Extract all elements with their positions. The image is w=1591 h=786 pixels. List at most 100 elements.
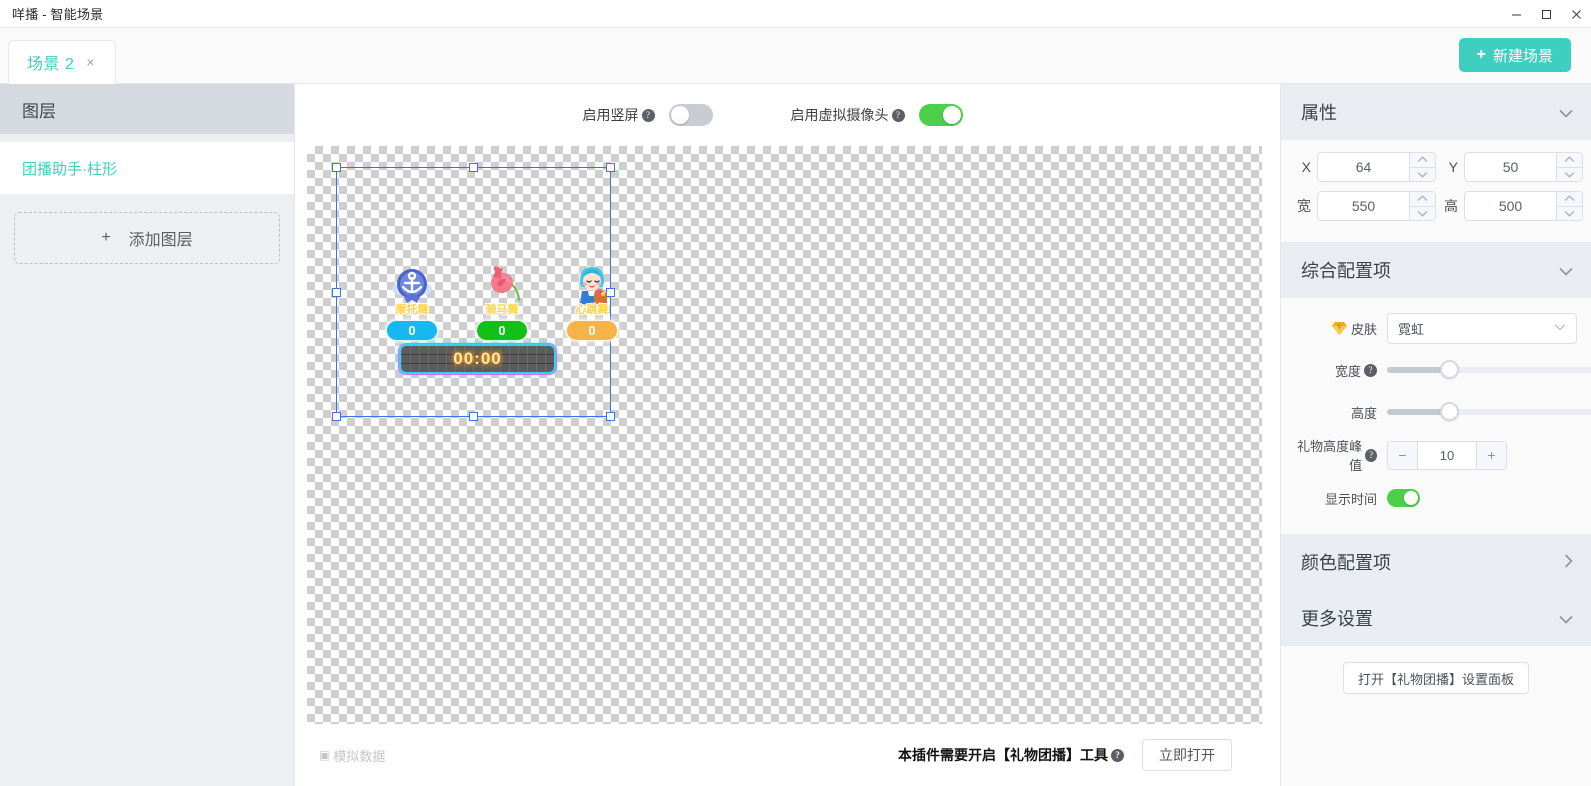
chevron-down-icon[interactable] xyxy=(1410,167,1435,182)
section-header-properties[interactable]: 属性 xyxy=(1281,84,1591,140)
virtual-camera-label-text: 启用虚拟摄像头 xyxy=(791,105,889,125)
minimize-button[interactable] xyxy=(1501,0,1531,28)
height-value: 500 xyxy=(1465,192,1556,220)
section-header-color-config[interactable]: 颜色配置项 xyxy=(1281,534,1591,590)
simulate-data-button[interactable]: ▣ 模拟数据 xyxy=(319,746,385,765)
help-icon[interactable]: ? xyxy=(1111,749,1124,762)
width-value: 550 xyxy=(1318,192,1409,220)
resize-handle-top-left[interactable] xyxy=(332,163,341,172)
section-header-more-settings[interactable]: 更多设置 xyxy=(1281,590,1591,646)
svg-text:V: V xyxy=(1337,325,1342,331)
chevron-down-icon[interactable] xyxy=(1410,206,1435,221)
width-slider[interactable] xyxy=(1387,367,1591,373)
slider-thumb[interactable] xyxy=(1440,360,1459,379)
gift-column: 骑马舞 0 xyxy=(467,263,537,341)
section-title: 更多设置 xyxy=(1301,605,1373,631)
tab-scene-2[interactable]: 场景 2 × xyxy=(8,40,116,84)
x-input[interactable]: 64 xyxy=(1317,152,1436,182)
gift-peak-label-text: 礼物高度峰值 xyxy=(1291,436,1362,474)
height-steppers xyxy=(1556,192,1582,220)
more-settings-body: 打开【礼物团播】设置面板 xyxy=(1281,646,1591,694)
show-time-label-text: 显示时间 xyxy=(1325,489,1377,508)
gift-row: 摩托舞 0 xyxy=(377,263,627,341)
skin-value: 霓虹 xyxy=(1398,319,1424,338)
gift-peak-stepper[interactable]: − 10 + xyxy=(1387,441,1507,470)
chevron-down-icon[interactable] xyxy=(1557,206,1582,221)
selection-frame[interactable]: 摩托舞 0 xyxy=(336,167,611,417)
tab-label: 场景 2 xyxy=(27,50,74,74)
resize-handle-top-right[interactable] xyxy=(606,163,615,172)
width-input[interactable]: 550 xyxy=(1317,191,1436,221)
increment-button[interactable]: + xyxy=(1476,442,1506,469)
height-slider[interactable] xyxy=(1387,409,1591,415)
chevron-up-icon[interactable] xyxy=(1557,153,1582,167)
window-controls xyxy=(1501,0,1591,28)
list-item[interactable]: 团播助手·柱形 xyxy=(0,142,294,194)
virtual-camera-switch[interactable] xyxy=(919,104,963,126)
gift-count: 0 xyxy=(476,320,528,341)
properties-panel: 属性 X 64 xyxy=(1280,84,1591,786)
resize-handle-bottom-right[interactable] xyxy=(606,412,615,421)
y-input[interactable]: 50 xyxy=(1464,152,1583,182)
main-area: 图层 团播助手·柱形 + 添加图层 启用竖屏 ? xyxy=(0,84,1591,786)
position-row: X 64 xyxy=(1281,152,1591,182)
height-input[interactable]: 500 xyxy=(1464,191,1583,221)
new-scene-button[interactable]: + 新建场景 xyxy=(1459,38,1571,72)
switch-knob xyxy=(1404,491,1418,505)
show-time-switch[interactable] xyxy=(1387,489,1420,507)
chevron-down-icon[interactable] xyxy=(1557,167,1582,182)
size-row: 宽 550 xyxy=(1281,191,1591,221)
skin-select[interactable]: 霓虹 xyxy=(1387,313,1577,344)
preview-canvas[interactable]: 摩托舞 0 xyxy=(307,146,1262,724)
chevron-right-icon[interactable] xyxy=(1564,552,1573,573)
help-icon[interactable]: ? xyxy=(1365,449,1377,462)
close-icon[interactable]: × xyxy=(86,55,94,69)
virtual-camera-label: 启用虚拟摄像头 ? xyxy=(791,105,905,125)
add-layer-button[interactable]: + 添加图层 xyxy=(14,212,280,264)
show-time-label: 显示时间 xyxy=(1291,489,1387,508)
width-label: 宽 xyxy=(1295,196,1311,216)
close-button[interactable] xyxy=(1561,0,1591,28)
open-now-button[interactable]: 立即打开 xyxy=(1142,739,1232,771)
height-label: 高 xyxy=(1442,196,1458,216)
chevron-down-icon[interactable] xyxy=(1559,608,1573,629)
height-slider-label-text: 高度 xyxy=(1351,403,1377,422)
width-slider-row: 宽度 ? xyxy=(1281,352,1591,388)
portrait-switch[interactable] xyxy=(669,104,713,126)
slider-thumb[interactable] xyxy=(1440,402,1459,421)
x-value: 64 xyxy=(1318,153,1409,181)
chevron-up-icon[interactable] xyxy=(1410,192,1435,206)
y-value: 50 xyxy=(1465,153,1556,181)
section-title: 属性 xyxy=(1301,99,1337,125)
title-bar: 咩播 - 智能场景 xyxy=(0,0,1591,28)
help-icon[interactable]: ? xyxy=(892,109,905,122)
chevron-down-icon[interactable] xyxy=(1559,260,1573,281)
timer-text: 00:00 xyxy=(453,349,501,369)
resize-handle-top-center[interactable] xyxy=(469,163,478,172)
section-header-general-config[interactable]: 综合配置项 xyxy=(1281,242,1591,298)
open-gift-panel-button[interactable]: 打开【礼物团播】设置面板 xyxy=(1343,662,1529,694)
gift-name: 骑马舞 xyxy=(486,301,519,317)
width-field-group: 宽 550 xyxy=(1295,191,1436,221)
gift-name: 摩托舞 xyxy=(396,301,429,317)
y-label: Y xyxy=(1442,159,1458,175)
skin-label: V 皮肤 xyxy=(1291,319,1387,338)
gift-name: 心跳舞 xyxy=(576,301,609,317)
chevron-down-icon[interactable] xyxy=(1559,102,1573,123)
layer-label: 团播助手·柱形 xyxy=(22,158,117,179)
resize-handle-bottom-left[interactable] xyxy=(332,412,341,421)
chevron-up-icon[interactable] xyxy=(1410,153,1435,167)
properties-body: X 64 xyxy=(1281,140,1591,242)
canvas-toolbar: 启用竖屏 ? 启用虚拟摄像头 ? xyxy=(295,84,1280,146)
help-icon[interactable]: ? xyxy=(642,109,655,122)
resize-handle-bottom-center[interactable] xyxy=(469,412,478,421)
gem-icon: V xyxy=(1331,321,1348,336)
help-icon[interactable]: ? xyxy=(1364,364,1377,377)
plus-icon: + xyxy=(101,229,110,247)
canvas-footer: ▣ 模拟数据 本插件需要开启【礼物团播】工具 ? 立即打开 xyxy=(307,724,1262,786)
decrement-button[interactable]: − xyxy=(1388,442,1418,469)
chevron-up-icon[interactable] xyxy=(1557,192,1582,206)
resize-handle-middle-left[interactable] xyxy=(332,288,341,297)
add-layer-label: 添加图层 xyxy=(129,226,193,250)
maximize-button[interactable] xyxy=(1531,0,1561,28)
